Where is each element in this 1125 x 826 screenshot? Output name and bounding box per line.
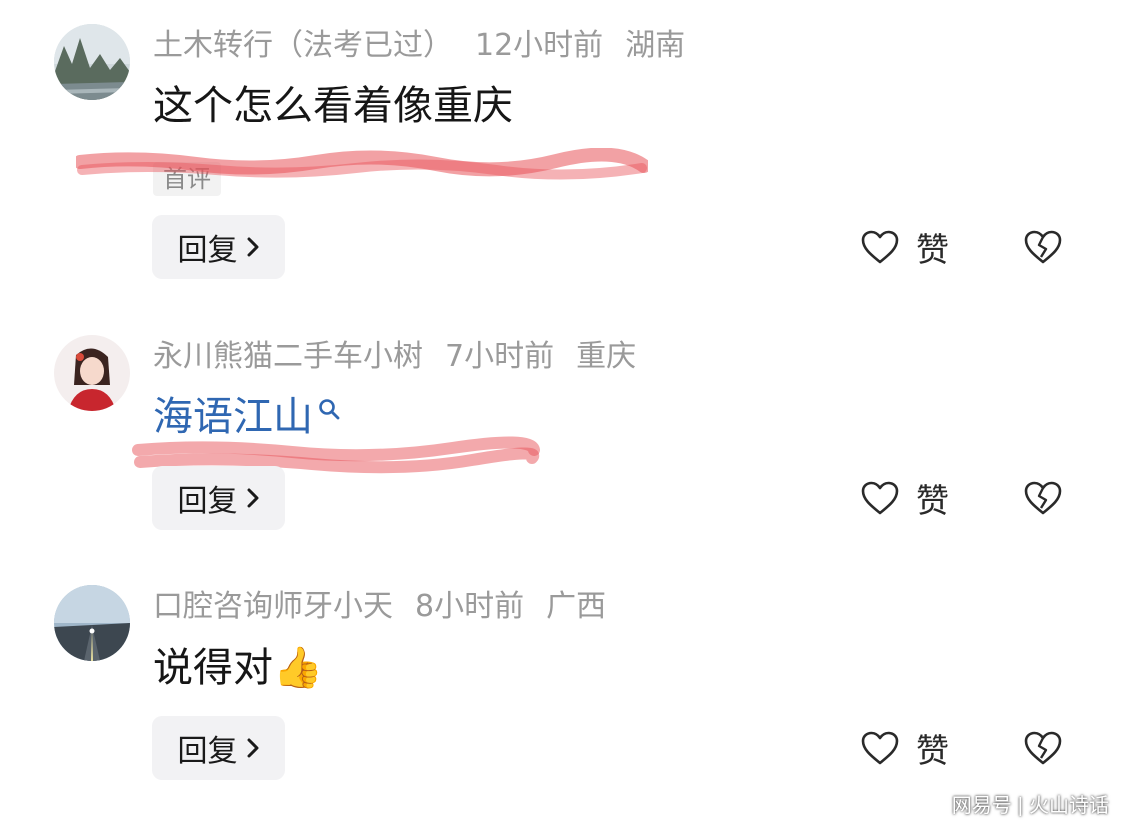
reply-button[interactable]: 回复: [152, 716, 285, 780]
comment-text: 这个怎么看着像重庆: [153, 83, 513, 129]
comment-meta: 永川熊猫二手车小树 7小时前 重庆: [153, 337, 658, 377]
username[interactable]: 土木转行（法考已过）: [153, 28, 453, 63]
reply-label: 回复: [177, 484, 238, 519]
comment-text-content: 说得对: [153, 645, 273, 691]
comment-text: 说得对👍: [153, 642, 323, 694]
reply-button[interactable]: 回复: [152, 215, 285, 279]
chevron-right-icon: [247, 738, 258, 758]
avatar[interactable]: [54, 335, 130, 411]
watermark: 网易号 | 火山诗话: [952, 789, 1109, 818]
location: 广西: [546, 589, 607, 624]
username[interactable]: 口腔咨询师牙小天: [153, 589, 393, 624]
timestamp: 7小时前: [445, 339, 555, 374]
watermark-right: 火山诗话: [1029, 795, 1109, 817]
watermark-divider: |: [1017, 795, 1023, 817]
like-button[interactable]: 赞: [860, 716, 949, 780]
thumbs-up-emoji: 👍: [273, 645, 323, 691]
heart-outline-icon: [861, 230, 899, 264]
like-label: 赞: [916, 481, 949, 520]
first-comment-badge: 首评: [153, 162, 221, 196]
heart-outline-icon: [861, 731, 899, 765]
like-label: 赞: [916, 230, 949, 269]
avatar[interactable]: [54, 585, 130, 661]
location: 湖南: [625, 28, 686, 63]
chevron-right-icon: [247, 488, 258, 508]
reply-button[interactable]: 回复: [152, 466, 285, 530]
like-label: 赞: [916, 731, 949, 770]
broken-heart-icon: [1024, 230, 1062, 264]
avatar[interactable]: [54, 24, 130, 100]
dislike-button[interactable]: [1022, 716, 1064, 780]
timestamp: 8小时前: [415, 589, 525, 624]
search-link-text: 海语江山: [153, 394, 313, 440]
watermark-left: 网易号: [951, 795, 1012, 817]
like-button[interactable]: 赞: [860, 466, 949, 530]
location: 重庆: [576, 339, 637, 374]
dislike-button[interactable]: [1022, 466, 1064, 530]
dislike-button[interactable]: [1022, 215, 1064, 279]
search-link[interactable]: 海语江山: [153, 391, 341, 443]
heart-outline-icon: [861, 481, 899, 515]
comment-meta: 口腔咨询师牙小天 8小时前 广西: [153, 587, 628, 627]
search-icon: [319, 399, 340, 420]
reply-label: 回复: [177, 734, 238, 769]
broken-heart-icon: [1024, 731, 1062, 765]
broken-heart-icon: [1024, 481, 1062, 515]
reply-label: 回复: [177, 233, 238, 268]
like-button[interactable]: 赞: [860, 215, 949, 279]
comment-meta: 土木转行（法考已过） 12小时前 湖南: [153, 26, 707, 66]
timestamp: 12小时前: [475, 28, 604, 63]
chevron-right-icon: [247, 237, 258, 257]
username[interactable]: 永川熊猫二手车小树: [153, 339, 423, 374]
